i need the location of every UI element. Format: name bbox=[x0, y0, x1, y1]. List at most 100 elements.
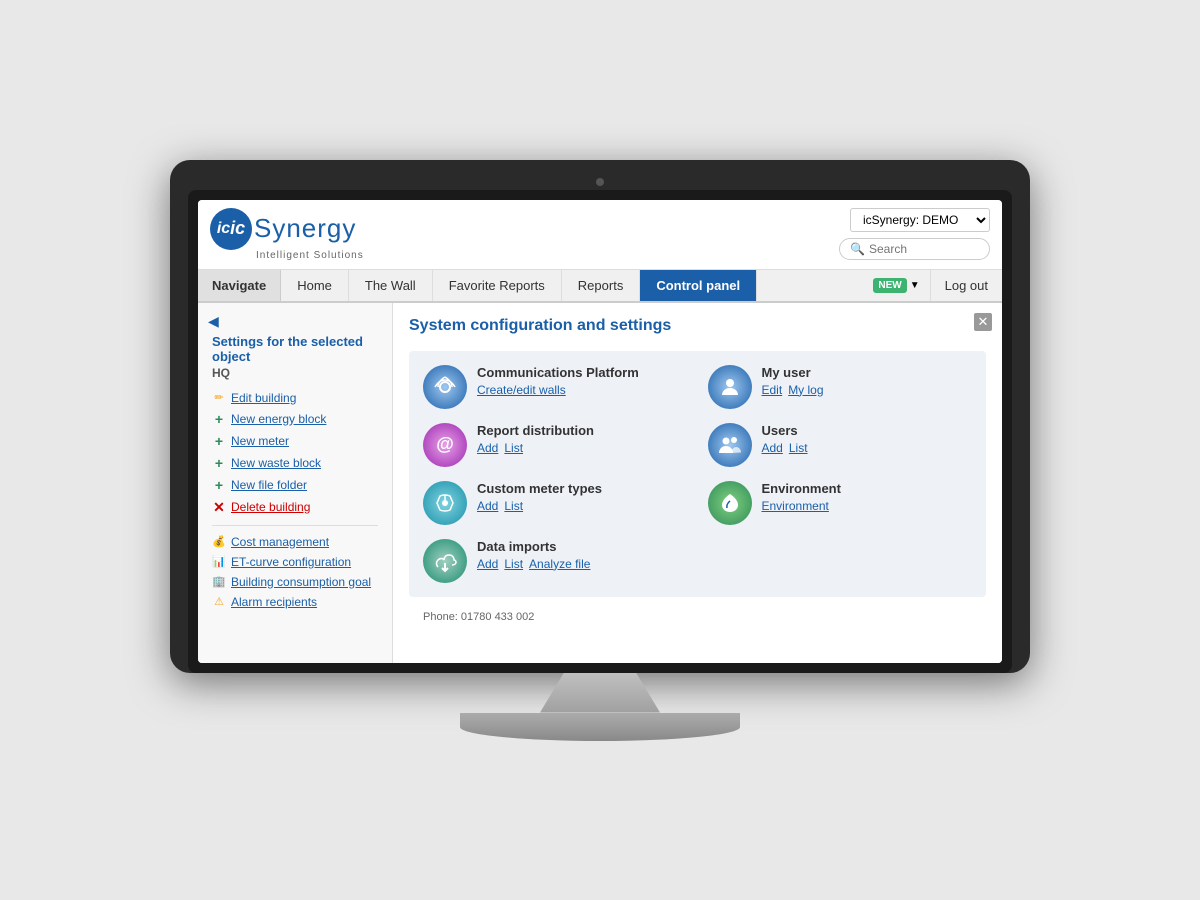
sidebar-item-new-waste-block[interactable]: + New waste block bbox=[198, 452, 392, 474]
nav-item-home[interactable]: Home bbox=[281, 270, 349, 301]
et-curve-link[interactable]: ET-curve configuration bbox=[231, 555, 351, 569]
report-dist-icon: @ bbox=[423, 423, 467, 467]
nav-item-the-wall[interactable]: The Wall bbox=[349, 270, 433, 301]
new-meter-link[interactable]: New meter bbox=[231, 434, 289, 448]
new-button[interactable]: NEW ▼ bbox=[863, 270, 929, 301]
config-grid: Communications Platform Create/edit wall… bbox=[409, 351, 986, 597]
search-box[interactable]: 🔍 bbox=[839, 238, 990, 260]
environment-info: Environment Environment bbox=[762, 481, 841, 513]
config-item-data-imports[interactable]: Data imports Add List Analyze file bbox=[423, 539, 688, 583]
config-item-users[interactable]: Users Add List bbox=[708, 423, 973, 467]
add-folder-icon: + bbox=[212, 477, 226, 493]
config-item-my-user[interactable]: My user Edit My log bbox=[708, 365, 973, 409]
environment-links: Environment bbox=[762, 499, 841, 513]
add-report-dist-link[interactable]: Add bbox=[477, 441, 498, 455]
building-icon: 🏢 bbox=[212, 575, 226, 588]
logo-icon: ic bbox=[210, 208, 252, 250]
users-info: Users Add List bbox=[762, 423, 808, 455]
building-consumption-link[interactable]: Building consumption goal bbox=[231, 575, 371, 589]
sidebar-item-new-file-folder[interactable]: + New file folder bbox=[198, 474, 392, 496]
create-edit-walls-link[interactable]: Create/edit walls bbox=[477, 383, 566, 397]
list-imports-link[interactable]: List bbox=[504, 557, 523, 571]
meter-types-title: Custom meter types bbox=[477, 481, 602, 496]
environment-icon bbox=[708, 481, 752, 525]
content-title: System configuration and settings bbox=[409, 317, 986, 335]
delete-icon: ✕ bbox=[212, 499, 226, 516]
sidebar-settings-title: Settings for the selected object bbox=[198, 330, 392, 366]
stand-neck bbox=[540, 673, 660, 713]
report-dist-info: Report distribution Add List bbox=[477, 423, 594, 455]
nav-item-favorite-reports[interactable]: Favorite Reports bbox=[433, 270, 562, 301]
new-icon: ▼ bbox=[910, 280, 920, 291]
data-imports-icon bbox=[423, 539, 467, 583]
sidebar-item-new-meter[interactable]: + New meter bbox=[198, 430, 392, 452]
environment-link[interactable]: Environment bbox=[762, 499, 829, 513]
nav-item-control-panel[interactable]: Control panel bbox=[640, 270, 757, 301]
users-title: Users bbox=[762, 423, 808, 438]
close-button[interactable]: ✕ bbox=[974, 313, 992, 331]
sidebar-collapse-icon[interactable]: ◀ bbox=[208, 313, 219, 330]
comm-platform-icon bbox=[423, 365, 467, 409]
list-meter-types-link[interactable]: List bbox=[504, 499, 523, 513]
config-item-custom-meter-types[interactable]: Custom meter types Add List bbox=[423, 481, 688, 525]
edit-building-link[interactable]: Edit building bbox=[231, 391, 296, 405]
edit-icon: ✏ bbox=[212, 391, 226, 404]
header-right: icSynergy: DEMOicSynergy: TEST 🔍 bbox=[839, 208, 990, 260]
nav-label: Navigate bbox=[198, 270, 281, 301]
monitor: ic Synergy Intelligent Solutions icSyner… bbox=[170, 160, 1030, 673]
add-waste-icon: + bbox=[212, 455, 226, 471]
new-energy-block-link[interactable]: New energy block bbox=[231, 412, 326, 426]
edit-user-link[interactable]: Edit bbox=[762, 383, 783, 397]
my-user-links: Edit My log bbox=[762, 383, 824, 397]
config-item-environment[interactable]: Environment Environment bbox=[708, 481, 973, 525]
comm-platform-links: Create/edit walls bbox=[477, 383, 639, 397]
screen: ic Synergy Intelligent Solutions icSyner… bbox=[198, 200, 1002, 663]
sidebar-divider bbox=[212, 525, 378, 526]
add-import-link[interactable]: Add bbox=[477, 557, 498, 571]
sidebar-item-building-consumption[interactable]: 🏢 Building consumption goal bbox=[198, 572, 392, 592]
cost-icon: 💰 bbox=[212, 535, 226, 548]
new-waste-block-link[interactable]: New waste block bbox=[231, 456, 321, 470]
meter-types-links: Add List bbox=[477, 499, 602, 513]
app-header: ic Synergy Intelligent Solutions icSyner… bbox=[198, 200, 1002, 270]
sidebar-subtitle: HQ bbox=[198, 366, 392, 388]
list-report-dist-link[interactable]: List bbox=[504, 441, 523, 455]
report-dist-title: Report distribution bbox=[477, 423, 594, 438]
data-imports-info: Data imports Add List Analyze file bbox=[477, 539, 590, 571]
sidebar-item-alarm-recipients[interactable]: ⚠ Alarm recipients bbox=[198, 592, 392, 612]
sidebar-item-cost-management[interactable]: 💰 Cost management bbox=[198, 532, 392, 552]
instance-dropdown[interactable]: icSynergy: DEMOicSynergy: TEST bbox=[850, 208, 990, 232]
config-item-communications-platform[interactable]: Communications Platform Create/edit wall… bbox=[423, 365, 688, 409]
new-file-folder-link[interactable]: New file folder bbox=[231, 478, 307, 492]
delete-building-link[interactable]: Delete building bbox=[231, 500, 310, 514]
list-users-link[interactable]: List bbox=[789, 441, 808, 455]
add-user-link[interactable]: Add bbox=[762, 441, 783, 455]
cost-management-link[interactable]: Cost management bbox=[231, 535, 329, 549]
content-area: System configuration and settings ✕ bbox=[393, 303, 1002, 663]
report-dist-links: Add List bbox=[477, 441, 594, 455]
environment-title: Environment bbox=[762, 481, 841, 496]
camera-icon bbox=[596, 178, 604, 186]
search-input[interactable] bbox=[869, 242, 979, 256]
data-imports-links: Add List Analyze file bbox=[477, 557, 590, 571]
logout-button[interactable]: Log out bbox=[930, 270, 1002, 301]
sidebar-item-delete-building[interactable]: ✕ Delete building bbox=[198, 496, 392, 519]
my-user-icon bbox=[708, 365, 752, 409]
add-meter-type-link[interactable]: Add bbox=[477, 499, 498, 513]
sidebar-item-et-curve[interactable]: 📊 ET-curve configuration bbox=[198, 552, 392, 572]
sidebar-item-new-energy-block[interactable]: + New energy block bbox=[198, 408, 392, 430]
my-log-link[interactable]: My log bbox=[788, 383, 823, 397]
alarm-icon: ⚠ bbox=[212, 595, 226, 608]
alarm-recipients-link[interactable]: Alarm recipients bbox=[231, 595, 317, 609]
analyze-file-link[interactable]: Analyze file bbox=[529, 557, 590, 571]
comm-platform-info: Communications Platform Create/edit wall… bbox=[477, 365, 639, 397]
logo-synergy-text: Synergy bbox=[254, 213, 356, 244]
add-energy-icon: + bbox=[212, 411, 226, 427]
monitor-stand bbox=[170, 673, 1030, 741]
sidebar-item-edit-building[interactable]: ✏ Edit building bbox=[198, 388, 392, 408]
my-user-title: My user bbox=[762, 365, 824, 380]
add-meter-icon: + bbox=[212, 433, 226, 449]
instance-selector[interactable]: icSynergy: DEMOicSynergy: TEST bbox=[850, 208, 990, 232]
nav-item-reports[interactable]: Reports bbox=[562, 270, 641, 301]
config-item-report-distribution[interactable]: @ Report distribution Add List bbox=[423, 423, 688, 467]
